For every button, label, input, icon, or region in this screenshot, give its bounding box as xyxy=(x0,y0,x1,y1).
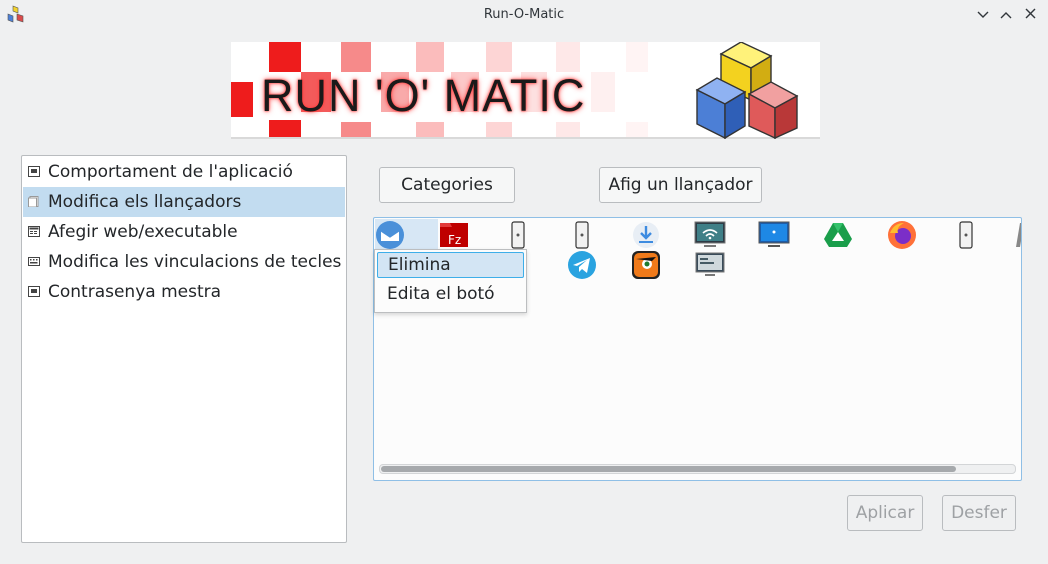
scrollbar-thumb[interactable] xyxy=(381,466,956,472)
monitor-icon[interactable] xyxy=(694,249,726,281)
wifi-monitor-icon[interactable] xyxy=(694,219,726,251)
settings-sidebar: Comportament de l'aplicació Modifica els… xyxy=(21,155,347,543)
svg-text:Fz: Fz xyxy=(448,233,461,247)
sidebar-item-add-web[interactable]: Afegir web/executable xyxy=(23,217,345,247)
master-password-icon xyxy=(28,286,40,297)
telegram-icon[interactable] xyxy=(566,249,598,281)
bird-app-icon[interactable] xyxy=(630,249,662,281)
phone-icon[interactable] xyxy=(950,219,982,251)
horizontal-scrollbar[interactable] xyxy=(379,464,1016,474)
download-icon[interactable] xyxy=(630,219,662,251)
remote-desktop-icon[interactable] xyxy=(758,219,790,251)
sidebar-item-label: Contrasenya mestra xyxy=(48,282,222,302)
undo-button[interactable]: Desfer xyxy=(942,495,1016,531)
categories-button[interactable]: Categories xyxy=(379,167,515,203)
app-behavior-icon xyxy=(28,166,40,177)
drive-icon[interactable] xyxy=(822,219,854,251)
sidebar-item-app-behavior[interactable]: Comportament de l'aplicació xyxy=(23,157,345,187)
close-icon xyxy=(1025,8,1035,19)
window-title: Run-O-Matic xyxy=(483,7,565,22)
launchers-icon xyxy=(28,196,39,207)
keyboard-icon xyxy=(28,257,40,266)
banner-title: RUN 'O' MATIC xyxy=(261,70,586,121)
apply-button[interactable]: Aplicar xyxy=(847,495,923,531)
sidebar-item-label: Modifica les vinculacions de tecles xyxy=(48,252,342,272)
filezilla-icon[interactable]: Fz xyxy=(438,219,470,251)
sidebar-item-keybindings[interactable]: Modifica les vinculacions de tecles xyxy=(23,247,345,277)
sidebar-item-label: Comportament de l'aplicació xyxy=(48,162,293,182)
sidebar-item-label: Afegir web/executable xyxy=(48,222,238,242)
app-banner: RUN 'O' MATIC xyxy=(231,42,820,139)
sidebar-item-label: Modifica els llançadors xyxy=(48,192,242,212)
mail-icon[interactable] xyxy=(374,219,406,251)
delete-menu-item[interactable]: Elimina xyxy=(377,252,524,278)
maximize-button[interactable] xyxy=(996,5,1016,25)
minimize-button[interactable] xyxy=(973,5,993,25)
edit-button-menu-item[interactable]: Edita el botó xyxy=(377,281,524,307)
close-button[interactable] xyxy=(1020,5,1040,25)
chevron-down-icon xyxy=(977,11,989,18)
firefox-icon[interactable] xyxy=(886,219,918,251)
banner-cubes-icon xyxy=(695,42,799,139)
add-launcher-button[interactable]: Afig un llançador xyxy=(599,167,762,203)
sidebar-item-launchers[interactable]: Modifica els llançadors xyxy=(23,187,345,217)
sidebar-item-master-password[interactable]: Contrasenya mestra xyxy=(23,277,345,307)
phone-icon[interactable] xyxy=(502,219,534,251)
title-bar: Run-O-Matic xyxy=(0,0,1048,30)
add-web-icon xyxy=(28,226,40,237)
partial-icon[interactable] xyxy=(1010,219,1022,251)
launcher-context-menu: Elimina Edita el botó xyxy=(374,249,527,313)
phone-icon[interactable] xyxy=(566,219,598,251)
chevron-up-icon xyxy=(1000,12,1012,19)
